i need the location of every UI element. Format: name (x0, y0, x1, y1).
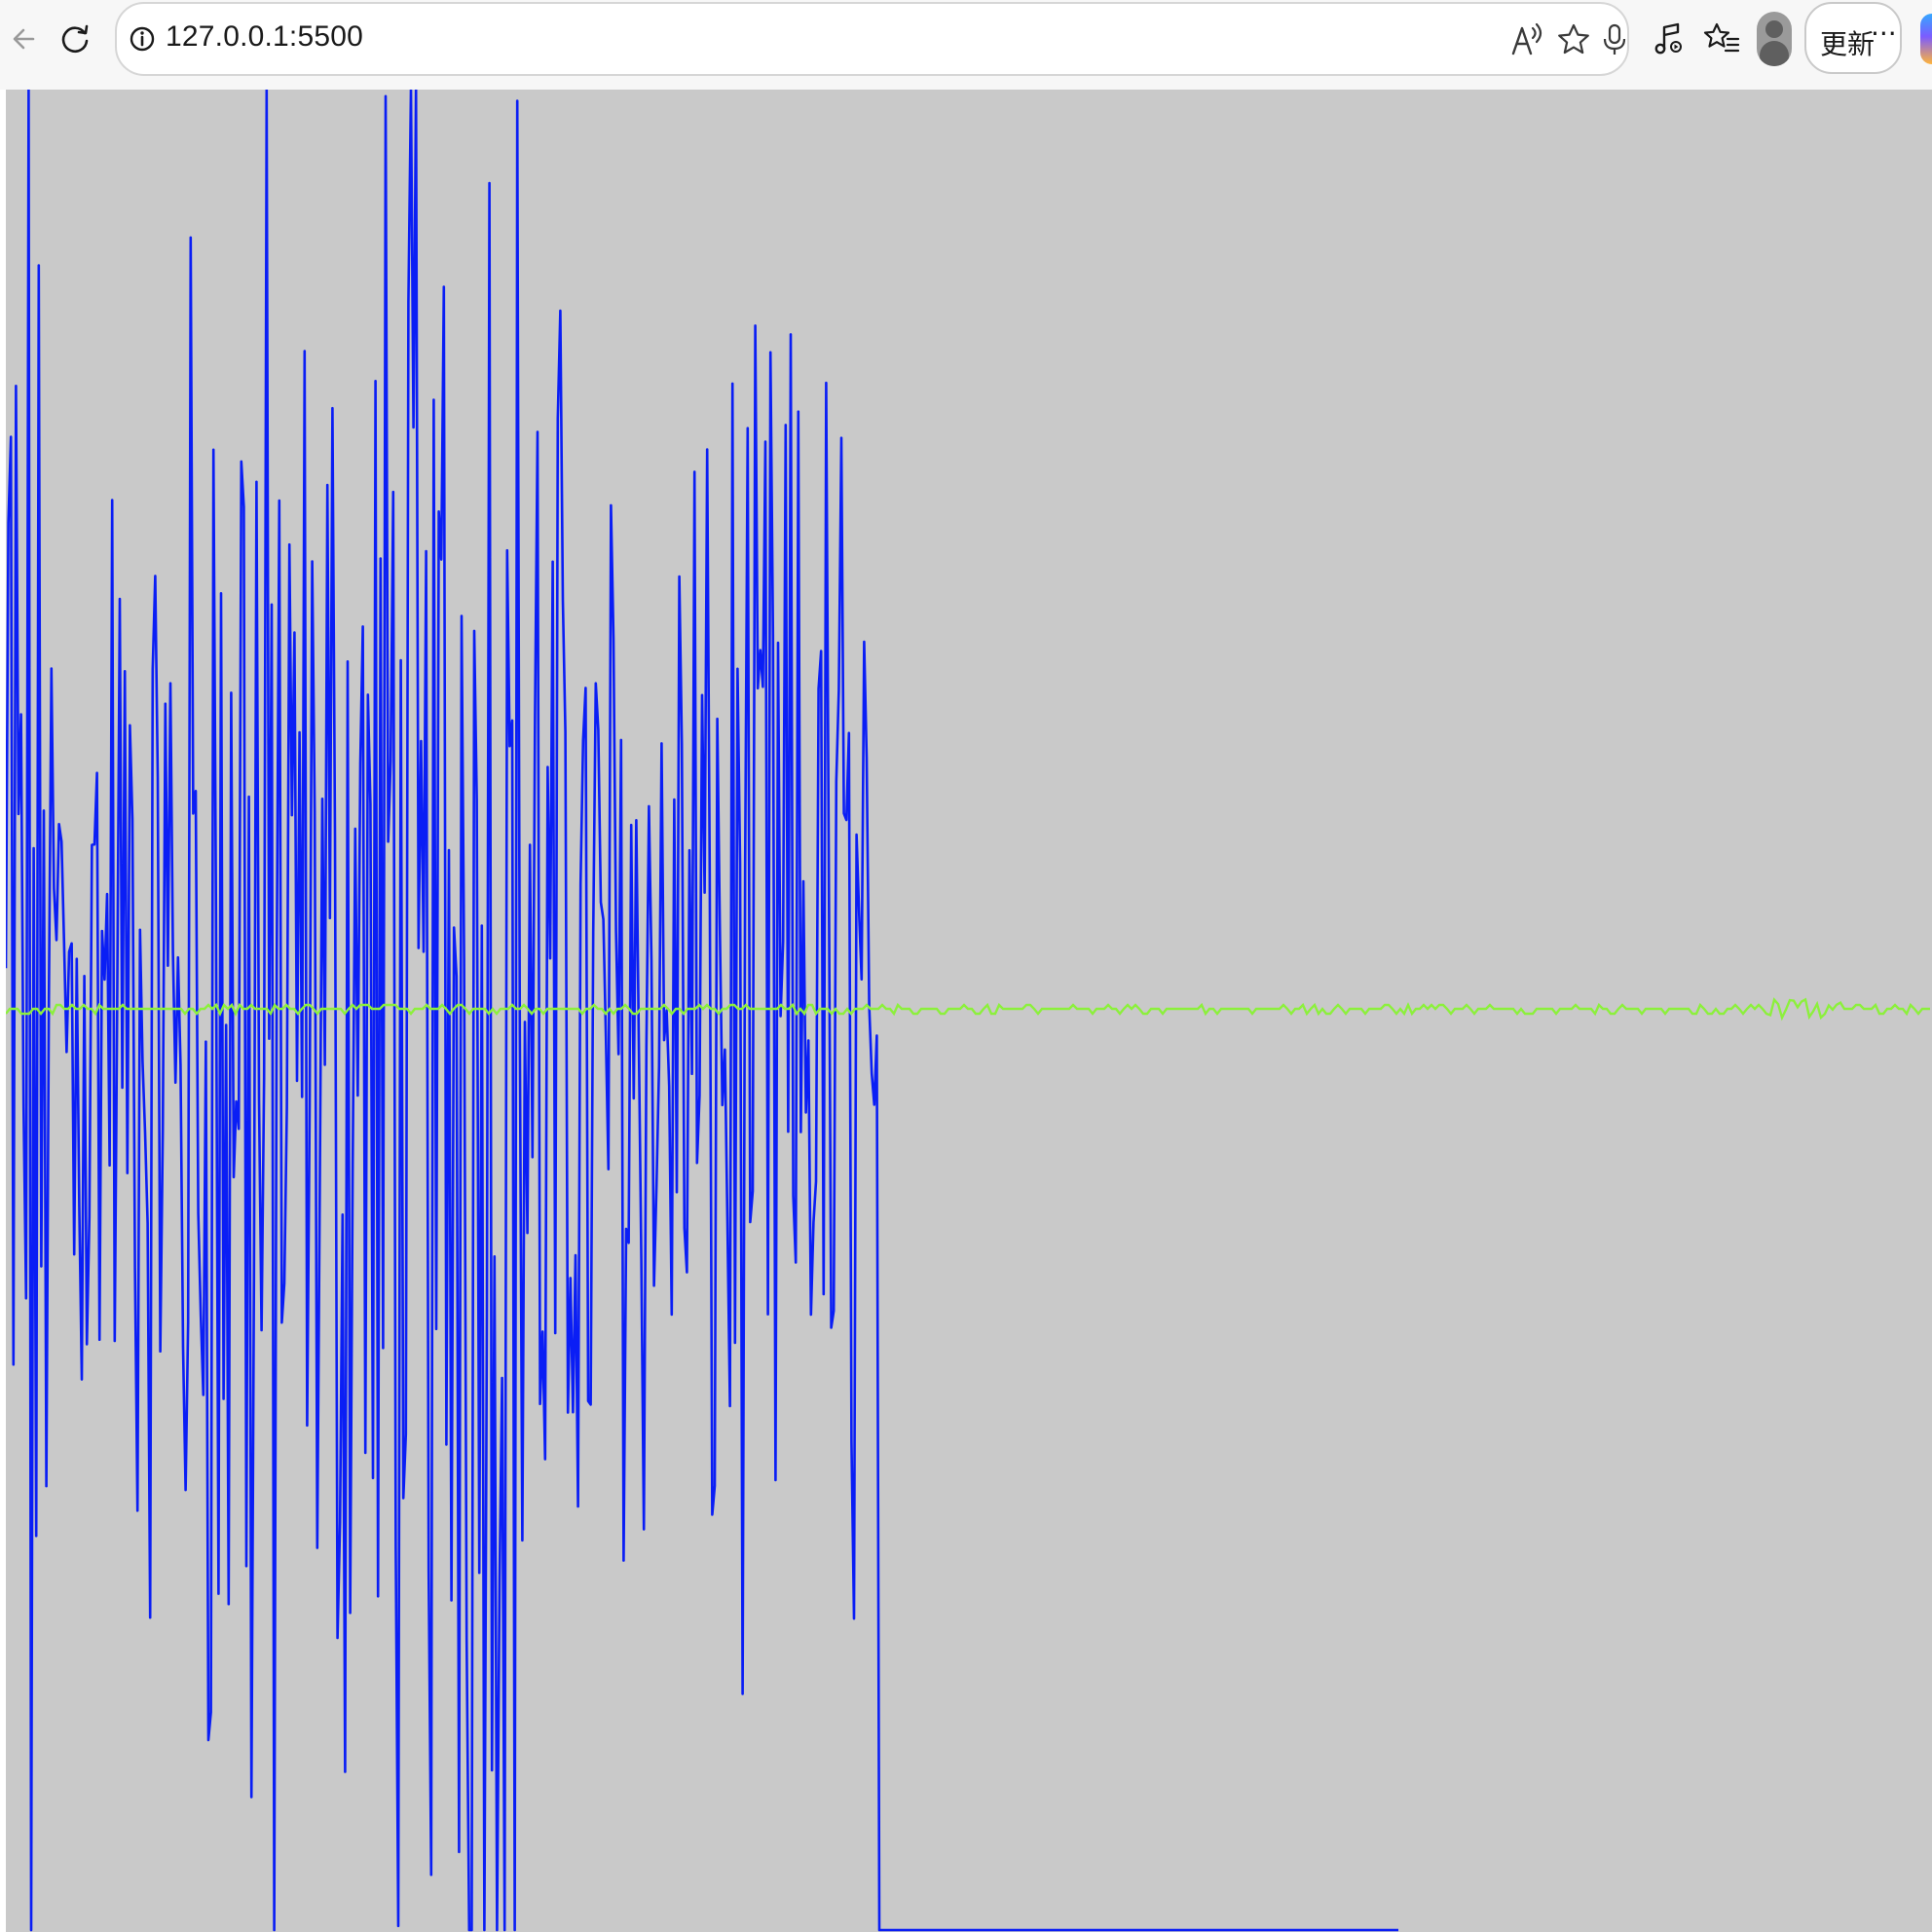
waveform-canvas (6, 90, 1932, 1932)
profile-avatar-icon[interactable] (1757, 12, 1792, 66)
more-options-icon[interactable]: ··· (1871, 18, 1897, 50)
favorites-icon[interactable] (1696, 14, 1747, 64)
update-button[interactable]: 更新 ··· (1804, 2, 1902, 74)
copilot-icon[interactable] (1920, 14, 1932, 64)
address-bar[interactable]: 127.0.0.1:5500 (115, 2, 1629, 76)
trace-line (6, 997, 1930, 1022)
microphone-icon[interactable] (1595, 20, 1634, 64)
star-icon[interactable] (1554, 20, 1593, 64)
info-icon[interactable] (125, 21, 160, 61)
update-button-label: 更新 (1820, 28, 1876, 60)
music-note-icon[interactable] (1644, 14, 1694, 64)
refresh-icon[interactable] (51, 14, 101, 64)
read-aloud-icon[interactable] (1507, 20, 1546, 64)
waveform-svg (6, 90, 1930, 1932)
page-viewport (0, 90, 1932, 1932)
url-text[interactable]: 127.0.0.1:5500 (166, 20, 363, 54)
back-arrow-icon[interactable] (0, 14, 51, 64)
browser-toolbar: 127.0.0.1:5500 更新 ··· (0, 0, 1932, 91)
